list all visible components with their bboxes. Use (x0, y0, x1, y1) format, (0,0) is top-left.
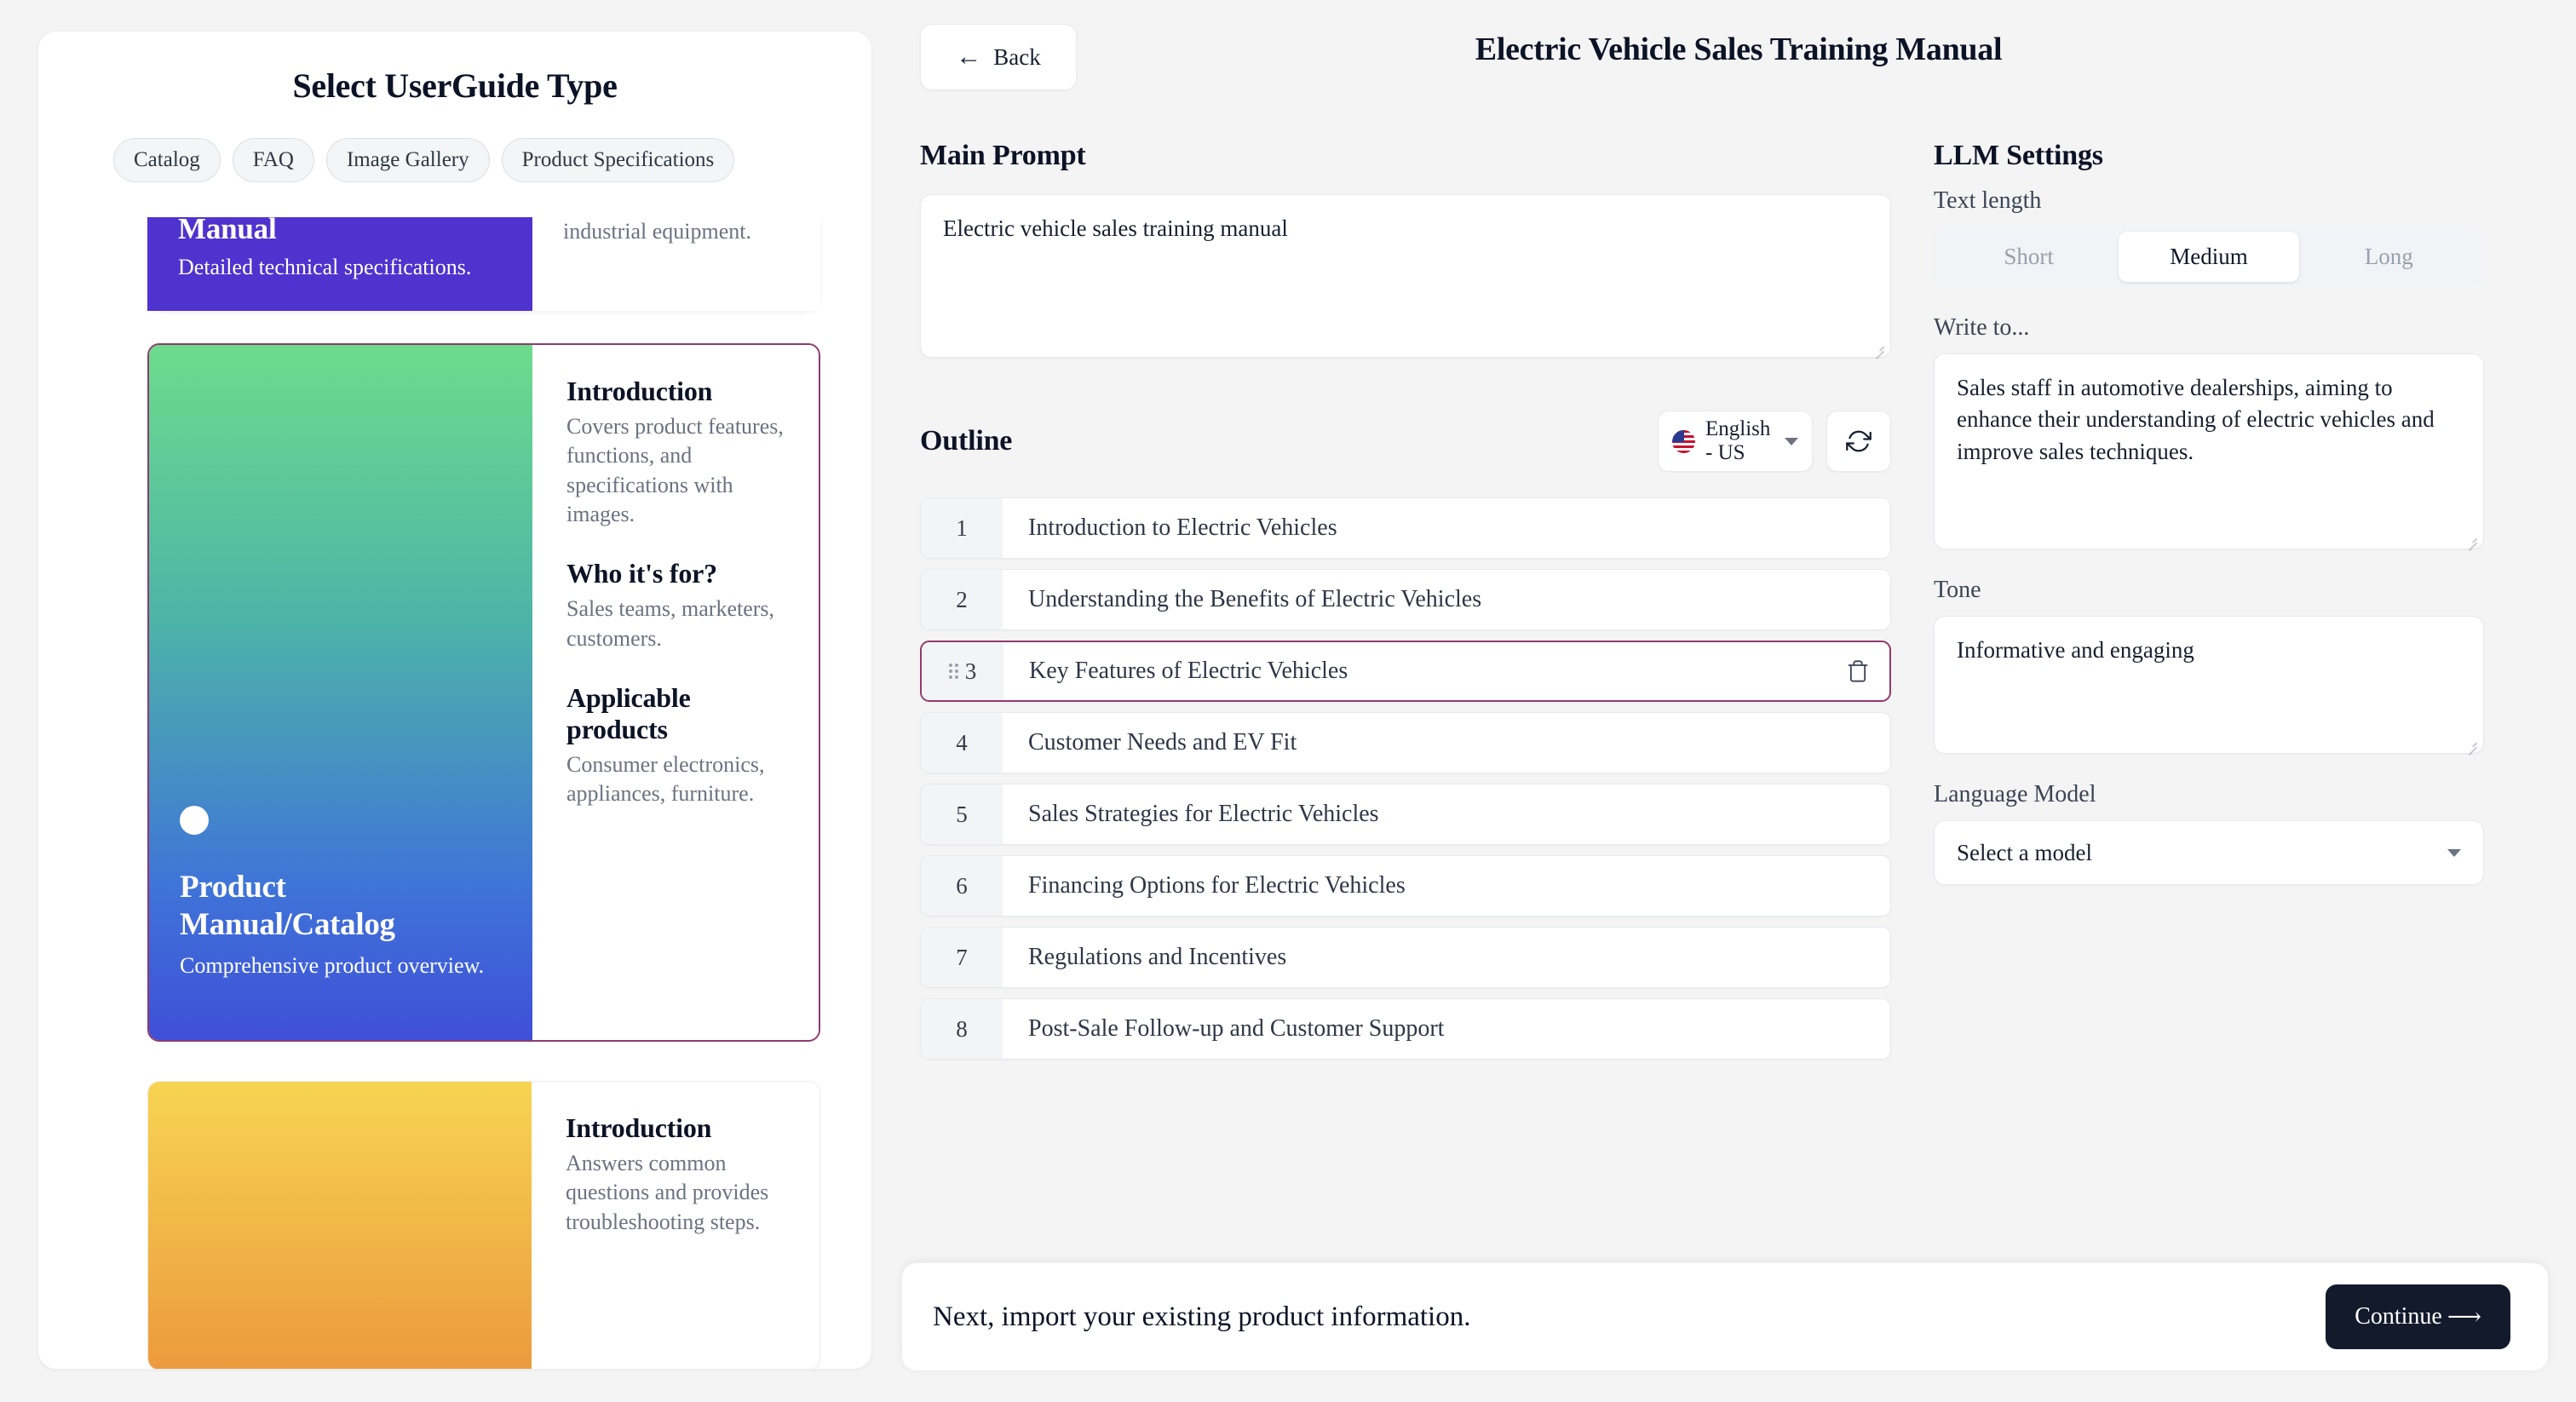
text-length-option-long[interactable]: Long (2299, 232, 2479, 282)
text-length-option-medium[interactable]: Medium (2119, 232, 2299, 282)
language-select-value: English - US (1705, 417, 1771, 464)
outline-number: 7 (921, 928, 1003, 987)
delete-outline-item-button[interactable] (1826, 642, 1889, 700)
outline-list: 1 Introduction to Electric Vehicles 2 Un… (920, 497, 1891, 1060)
outline-title[interactable]: Introduction to Electric Vehicles (1003, 498, 1890, 558)
trash-icon (1848, 660, 1868, 682)
type-card-list[interactable]: Manual Detailed technical specifications… (38, 217, 871, 1369)
write-to-field-wrap (1934, 353, 2484, 549)
refresh-icon (1846, 430, 1872, 452)
outline-number: 6 (921, 856, 1003, 916)
write-to-label: Write to... (1934, 314, 2030, 341)
regenerate-outline-button[interactable] (1826, 411, 1891, 472)
language-model-value: Select a model (1957, 839, 2092, 865)
arrow-right-icon: ⟶ (2447, 1304, 2481, 1330)
outline-title[interactable]: Post-Sale Follow-up and Customer Support (1003, 999, 1890, 1059)
outline-number: 3 (964, 658, 977, 684)
detail-body-introduction: Covers product features, functions, and … (566, 414, 784, 526)
product-card-detail: Introduction Covers product features, fu… (532, 345, 819, 1040)
continue-button-label: Continue (2355, 1303, 2442, 1330)
outline-item-2[interactable]: 2 Understanding the Benefits of Electric… (920, 569, 1891, 630)
type-card-faq[interactable]: Introduction Answers common questions an… (147, 1081, 820, 1369)
faq-detail-heading-introduction: Introduction (566, 1112, 712, 1143)
selected-indicator-dot (180, 805, 209, 835)
page-title: Electric Vehicle Sales Training Manual (1475, 32, 2003, 67)
manual-card-gradient: Manual Detailed technical specifications… (147, 217, 532, 311)
text-length-segmented-control: Short Medium Long (1934, 227, 2484, 287)
manual-card-detail: industrial equipment. (532, 217, 820, 311)
outline-number: 8 (921, 999, 1003, 1059)
faq-card-detail: Introduction Answers common questions an… (532, 1082, 819, 1369)
outline-item-8[interactable]: 8 Post-Sale Follow-up and Customer Suppo… (920, 998, 1891, 1060)
footer-action-bar: Next, import your existing product infor… (901, 1262, 2549, 1371)
outline-heading: Outline (920, 425, 1013, 457)
faq-card-gradient (148, 1082, 532, 1369)
outline-number: 5 (921, 784, 1003, 844)
chip-faq[interactable]: FAQ (232, 138, 314, 182)
outline-number: 2 (921, 570, 1003, 629)
outline-item-6[interactable]: 6 Financing Options for Electric Vehicle… (920, 855, 1891, 916)
write-to-input[interactable] (1934, 353, 2484, 549)
language-model-select[interactable]: Select a model (1934, 820, 2484, 885)
type-card-manual[interactable]: Manual Detailed technical specifications… (147, 217, 820, 311)
language-select[interactable]: English - US (1658, 411, 1813, 472)
detail-heading-applicable-products: Applicable products (566, 681, 691, 744)
continue-button[interactable]: Continue ⟶ (2326, 1284, 2510, 1349)
chip-product-specifications[interactable]: Product Specifications (501, 138, 735, 182)
type-chip-row: Catalog FAQ Image Gallery Product Specif… (38, 106, 871, 182)
chevron-down-icon (1785, 437, 1798, 445)
chip-catalog[interactable]: Catalog (113, 138, 221, 182)
outline-title[interactable]: Regulations and Incentives (1003, 928, 1890, 987)
content-columns: Main Prompt Outline English - US (901, 116, 2576, 1060)
llm-settings-heading: LLM Settings (1934, 140, 2103, 171)
panel-title: Select UserGuide Type (292, 66, 618, 105)
product-card-gradient: Product Manual/Catalog Comprehensive pro… (149, 345, 532, 1040)
outline-number: 4 (921, 713, 1003, 773)
faq-detail-body-introduction: Answers common questions and provides tr… (566, 1151, 769, 1234)
chevron-down-icon (2447, 848, 2461, 857)
text-length-label: Text length (1934, 187, 2042, 214)
footer-message: Next, import your existing product infor… (933, 1301, 1471, 1332)
main-prompt-heading: Main Prompt (920, 140, 1086, 171)
product-card-subtitle: Comprehensive product overview. (180, 953, 485, 979)
llm-settings-column: LLM Settings Text length Short Medium Lo… (1934, 140, 2484, 1060)
tone-field-wrap (1934, 616, 2484, 754)
center-column: Main Prompt Outline English - US (920, 140, 1891, 1060)
outline-item-4[interactable]: 4 Customer Needs and EV Fit (920, 712, 1891, 773)
outline-number-with-handle[interactable]: 3 (922, 642, 1003, 700)
type-card-product-manual-catalog[interactable]: Product Manual/Catalog Comprehensive pro… (147, 343, 820, 1042)
text-length-option-short[interactable]: Short (1939, 232, 2119, 282)
outline-item-1[interactable]: 1 Introduction to Electric Vehicles (920, 497, 1891, 559)
outline-item-3-active[interactable]: 3 Key Features of Electric Vehicles (920, 641, 1891, 702)
detail-heading-introduction: Introduction (566, 376, 713, 406)
outline-title[interactable]: Understanding the Benefits of Electric V… (1003, 570, 1890, 629)
main-content: ← Back Electric Vehicle Sales Training M… (901, 0, 2576, 1402)
tone-input[interactable] (1934, 616, 2484, 754)
outline-header: Outline English - US (920, 411, 1891, 472)
us-flag-icon (1672, 429, 1695, 453)
outline-title[interactable]: Key Features of Electric Vehicles (1003, 642, 1826, 700)
userguide-type-panel: Select UserGuide Type Catalog FAQ Image … (37, 31, 872, 1370)
detail-heading-audience: Who it's for? (566, 558, 717, 589)
outline-title[interactable]: Customer Needs and EV Fit (1003, 713, 1890, 773)
outline-title[interactable]: Sales Strategies for Electric Vehicles (1003, 784, 1890, 844)
app-root: Select UserGuide Type Catalog FAQ Image … (0, 0, 2576, 1402)
manual-card-title: Manual (178, 217, 277, 245)
detail-body-audience: Sales teams, marketers, customers. (566, 596, 775, 651)
outline-item-7[interactable]: 7 Regulations and Incentives (920, 927, 1891, 988)
outline-number: 1 (921, 498, 1003, 558)
content-header: ← Back Electric Vehicle Sales Training M… (901, 0, 2576, 116)
detail-body-applicable-products: Consumer electronics, appliances, furnit… (566, 751, 765, 807)
main-prompt-field-wrap (920, 194, 1891, 358)
outline-item-5[interactable]: 5 Sales Strategies for Electric Vehicles (920, 784, 1891, 845)
chip-image-gallery[interactable]: Image Gallery (325, 138, 490, 182)
manual-card-subtitle: Detailed technical specifications. (178, 255, 472, 279)
product-card-title: Product Manual/Catalog (180, 869, 395, 942)
language-model-label: Language Model (1934, 781, 2096, 807)
drag-handle-icon[interactable] (948, 664, 958, 679)
main-prompt-input[interactable] (920, 194, 1891, 358)
tone-label: Tone (1934, 577, 1981, 603)
outline-title[interactable]: Financing Options for Electric Vehicles (1003, 856, 1890, 916)
